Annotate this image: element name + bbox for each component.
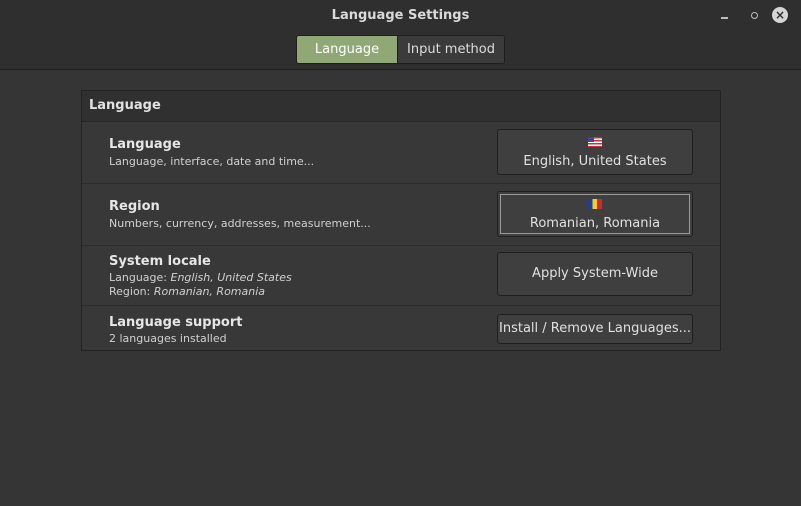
language-support-title: Language support <box>109 315 243 330</box>
close-button[interactable]: × <box>771 6 789 24</box>
language-row: Language Language, interface, date and t… <box>82 122 720 184</box>
region-row-subtitle: Numbers, currency, addresses, measuremen… <box>109 217 371 230</box>
system-locale-language-value: English, United States <box>170 271 292 284</box>
section-header: Language <box>82 91 720 122</box>
system-locale-region: Region: Romanian, Romania <box>109 285 265 298</box>
system-locale-language: Language: English, United States <box>109 271 292 284</box>
language-support-subtitle: 2 languages installed <box>109 332 227 345</box>
titlebar: Language Settings × Language Input metho… <box>0 0 801 70</box>
apply-system-wide-button[interactable]: Apply System-Wide <box>497 252 693 296</box>
language-section: Language Language Language, interface, d… <box>81 90 721 351</box>
language-row-title: Language <box>109 137 181 152</box>
minimize-button[interactable] <box>715 6 733 24</box>
tab-input-method[interactable]: Input method <box>397 36 504 63</box>
minimize-icon <box>720 17 728 19</box>
us-flag-icon <box>588 137 602 147</box>
language-settings-window: Language Settings × Language Input metho… <box>0 0 801 506</box>
region-row-title: Region <box>109 199 160 214</box>
window-title: Language Settings <box>331 8 470 23</box>
system-locale-language-prefix: Language: <box>109 271 171 284</box>
region-select-button[interactable]: Romanian, Romania <box>497 191 693 237</box>
maximize-button[interactable] <box>745 6 763 24</box>
language-row-subtitle: Language, interface, date and time... <box>109 155 315 168</box>
system-locale-title: System locale <box>109 254 211 269</box>
region-select-label: Romanian, Romania <box>529 216 661 231</box>
language-support-row: Language support 2 languages installed I… <box>82 306 720 352</box>
close-icon: × <box>772 7 788 23</box>
system-locale-row: System locale Language: English, United … <box>82 246 720 306</box>
system-locale-region-prefix: Region: <box>109 285 154 298</box>
ro-flag-icon <box>588 199 602 209</box>
language-select-label: English, United States <box>523 154 667 169</box>
tab-language[interactable]: Language <box>297 36 397 63</box>
install-remove-languages-button[interactable]: Install / Remove Languages... <box>497 314 693 344</box>
system-locale-region-value: Romanian, Romania <box>153 285 266 298</box>
maximize-icon <box>750 11 758 19</box>
language-select-button[interactable]: English, United States <box>497 129 693 175</box>
region-row: Region Numbers, currency, addresses, mea… <box>82 184 720 246</box>
tab-bar: Language Input method <box>296 35 505 64</box>
